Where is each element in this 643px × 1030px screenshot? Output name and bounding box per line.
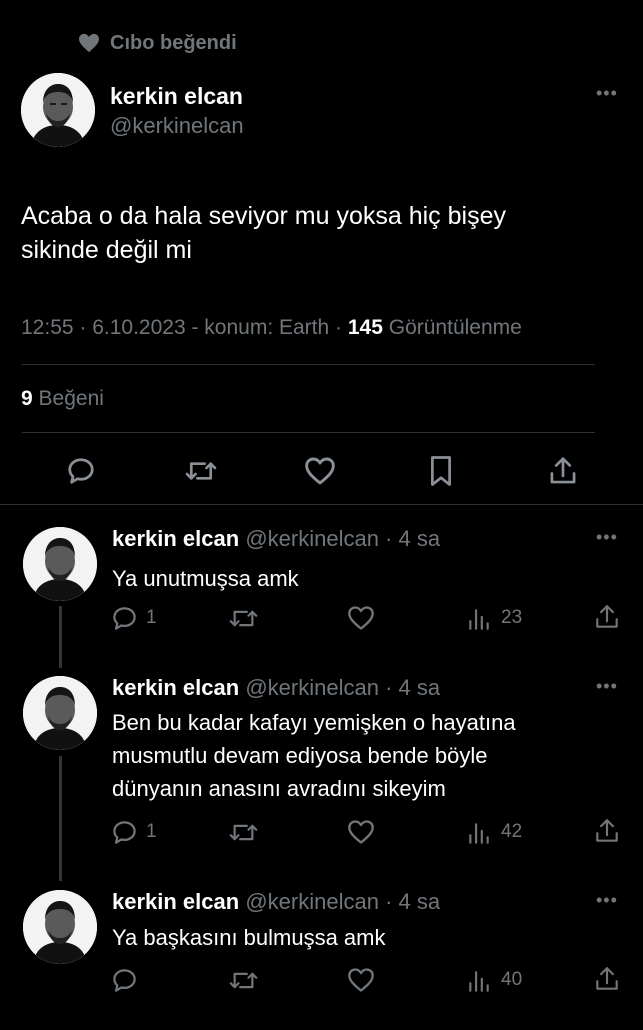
author-name[interactable]: kerkin elcan (112, 526, 239, 551)
comment-icon[interactable] (111, 967, 138, 994)
share-icon[interactable] (548, 455, 578, 487)
bookmark-icon[interactable] (428, 455, 454, 487)
avatar[interactable] (21, 73, 95, 147)
author-name[interactable]: kerkin elcan (112, 889, 239, 914)
view-count: 42 (501, 821, 523, 842)
comment-icon[interactable] (66, 456, 96, 486)
like-icon[interactable] (347, 605, 375, 631)
share-icon[interactable] (594, 817, 620, 845)
reply-text-line: Ben bu kadar kafayı yemişken o hayatına (112, 710, 516, 735)
tweet-text: Acaba o da hala seviyor mu yoksa hiç biş… (21, 199, 506, 267)
views-icon[interactable] (466, 968, 492, 994)
views-icon[interactable] (466, 820, 492, 846)
more-icon[interactable]: ••• (596, 528, 618, 546)
divider (22, 432, 595, 433)
tweet-text-line: Acaba o da hala seviyor mu yoksa hiç biş… (21, 202, 506, 230)
social-context-text[interactable]: Cıbo beğendi (110, 32, 237, 55)
thread-line (59, 606, 62, 668)
view-count: 40 (501, 969, 523, 990)
tweet-timestamp-location[interactable]: 12:55 · 6.10.2023 - konum: Earth · (21, 316, 348, 339)
share-icon[interactable] (594, 965, 620, 993)
retweet-icon[interactable] (184, 455, 218, 487)
views-icon[interactable] (466, 606, 492, 632)
reply-text-line: Ya unutmuşsa amk (112, 566, 299, 591)
reply-time[interactable]: · 4 sa (385, 889, 440, 914)
like-icon[interactable] (347, 967, 375, 993)
more-icon[interactable]: ••• (596, 677, 618, 695)
likes-label: Beğeni (32, 387, 104, 410)
views-count: 145 (347, 316, 383, 339)
reply-header: kerkin elcan @kerkinelcan · 4 sa (112, 675, 440, 701)
reply-text-line: dünyanın anasını avradını sikeyim (112, 776, 446, 801)
reply-text: Ben bu kadar kafayı yemişken o hayatına … (112, 706, 516, 805)
divider (0, 504, 643, 505)
retweet-icon[interactable] (228, 819, 259, 846)
likes-summary[interactable]: 9 Beğeni (21, 387, 104, 411)
reply-time[interactable]: · 4 sa (385, 526, 440, 551)
like-icon[interactable] (347, 819, 375, 845)
reply-header: kerkin elcan @kerkinelcan · 4 sa (112, 526, 440, 552)
view-count: 23 (501, 607, 523, 628)
more-icon[interactable]: ••• (596, 891, 618, 909)
likes-count: 9 (21, 387, 33, 410)
retweet-icon[interactable] (228, 605, 259, 632)
reply-text-line: Ya başkasını bulmuşsa amk (112, 925, 386, 950)
more-icon[interactable]: ••• (596, 84, 618, 102)
comment-icon[interactable] (111, 605, 138, 632)
author-name[interactable]: kerkin elcan (112, 675, 239, 700)
author-handle[interactable]: @kerkinelcan (110, 113, 244, 139)
reply-text-line: musmutlu devam ediyosa bende böyle (112, 743, 488, 768)
tweet-text-line: sikinde değil mi (21, 236, 192, 264)
tweet-meta: 12:55 · 6.10.2023 - konum: Earth · 145 G… (21, 316, 522, 340)
author-handle[interactable]: @kerkinelcan (245, 675, 379, 700)
share-icon[interactable] (594, 603, 620, 631)
views-label: Görüntülenme (382, 316, 522, 339)
thread-line (59, 756, 62, 881)
retweet-icon[interactable] (228, 967, 259, 994)
author-handle[interactable]: @kerkinelcan (245, 889, 379, 914)
reply-text: Ya başkasını bulmuşsa amk (112, 921, 386, 954)
reply-count: 1 (146, 607, 157, 628)
reply-header: kerkin elcan @kerkinelcan · 4 sa (112, 889, 440, 915)
author-name[interactable]: kerkin elcan (110, 83, 243, 110)
avatar[interactable] (23, 890, 97, 964)
comment-icon[interactable] (111, 819, 138, 846)
liked-heart-icon (78, 33, 100, 53)
author-handle[interactable]: @kerkinelcan (245, 526, 379, 551)
divider (22, 364, 595, 365)
avatar[interactable] (23, 527, 97, 601)
like-icon[interactable] (304, 456, 336, 486)
avatar[interactable] (23, 676, 97, 750)
reply-count: 1 (146, 821, 157, 842)
reply-text: Ya unutmuşsa amk (112, 562, 299, 595)
reply-time[interactable]: · 4 sa (385, 675, 440, 700)
